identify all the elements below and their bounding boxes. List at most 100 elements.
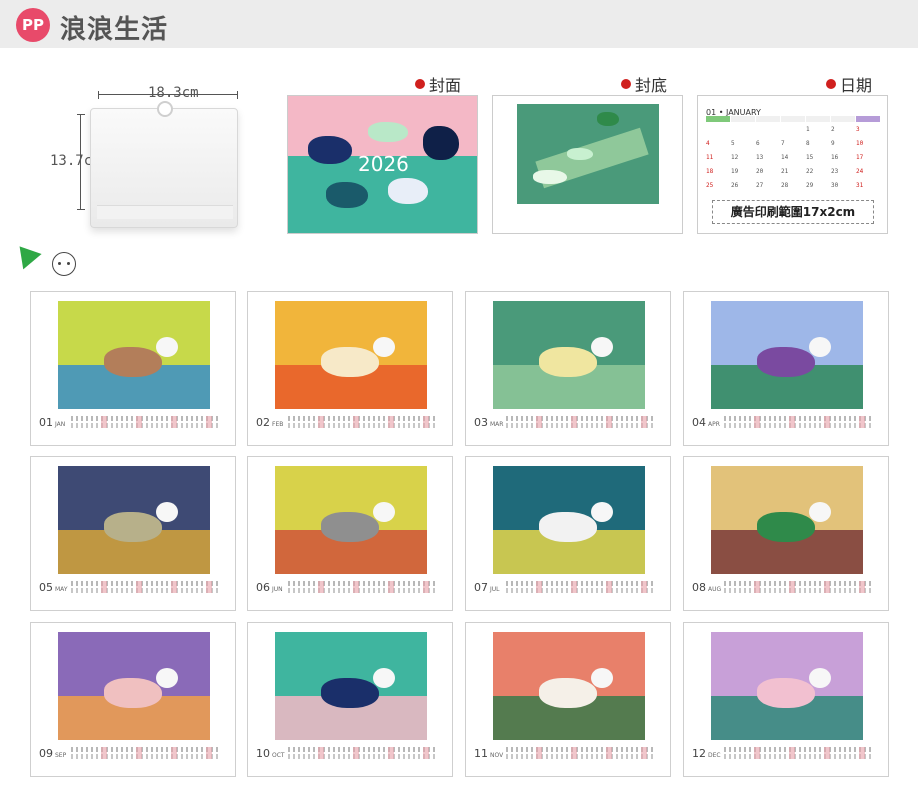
dog-head (156, 337, 178, 357)
date-cell: 27 (756, 182, 764, 189)
weekend-mark (606, 581, 612, 593)
dog-illustration (104, 678, 162, 708)
weekend-mark (824, 416, 830, 428)
bullet-dot-icon (621, 79, 631, 89)
month-number: 07 JUL (474, 581, 500, 594)
month-number: 09 SEP (39, 747, 67, 760)
date-cell (731, 126, 755, 133)
dog-illustration (539, 512, 597, 542)
month-artwork (493, 466, 645, 574)
date-row: 18 19 20 21 22 23 24 (706, 168, 880, 175)
month-artwork (493, 632, 645, 740)
month-card: 08 AUG (683, 456, 889, 611)
date-strip (288, 423, 438, 428)
weekend-mark (136, 581, 142, 593)
dog-illustration (321, 678, 379, 708)
month-number: 01 JAN (39, 416, 66, 429)
month-artwork (58, 301, 210, 409)
weekend-mark (388, 416, 394, 428)
weekend-mark (536, 581, 542, 593)
date-cell: 13 (756, 154, 764, 161)
dog-head (373, 337, 395, 357)
weekend-mark (606, 747, 612, 759)
month-artwork (493, 301, 645, 409)
month-card: 01 JAN (30, 291, 236, 446)
date-cell: 2 (831, 126, 835, 133)
month-day-strip (288, 581, 438, 593)
date-preview: 01 • JANUARY 1 2 3 4 5 6 7 8 9 10 11 12 13 14 15 16 17 18… (697, 95, 888, 234)
month-artwork (711, 632, 863, 740)
month-card: 04 APR (683, 291, 889, 446)
weekend-mark (171, 416, 177, 428)
date-cell: 28 (781, 182, 789, 189)
date-cell: 15 (806, 154, 814, 161)
dog-illustration (104, 347, 162, 377)
month-card: 07 JUL (465, 456, 671, 611)
date-cell (756, 126, 780, 133)
weekend-mark (641, 581, 647, 593)
brand-name: 浪浪生活 (60, 15, 169, 45)
dog-illustration (308, 136, 352, 164)
month-abbr: OCT (272, 752, 285, 759)
dog-illustration (567, 148, 593, 160)
month-abbr: APR (708, 421, 720, 428)
month-artwork (275, 632, 427, 740)
date-cell: 7 (781, 140, 785, 147)
dog-head (591, 337, 613, 357)
weekday-strip (724, 416, 874, 421)
weekend-mark (388, 581, 394, 593)
month-abbr: NOV (490, 752, 504, 759)
weekend-mark (571, 581, 577, 593)
dog-illustration (757, 512, 815, 542)
dog-illustration (368, 122, 408, 142)
month-day-strip (71, 416, 221, 428)
date-cell: 31 (856, 182, 864, 189)
bullet-dot-icon (826, 79, 836, 89)
weekend-mark (859, 581, 865, 593)
month-abbr: SEP (55, 752, 67, 759)
date-cell: 8 (806, 140, 810, 147)
date-cell: 12 (731, 154, 739, 161)
dog-illustration (326, 182, 368, 208)
weekend-mark (423, 581, 429, 593)
month-number: 08 AUG (692, 581, 722, 594)
dog-illustration (423, 126, 459, 160)
month-day-strip (506, 581, 656, 593)
dog-illustration (539, 678, 597, 708)
date-strip (506, 588, 656, 593)
weekend-mark (423, 747, 429, 759)
date-cell (706, 126, 730, 133)
month-abbr: JAN (55, 421, 66, 428)
girl-face-icon (52, 252, 76, 276)
month-artwork (58, 632, 210, 740)
month-day-strip (288, 416, 438, 428)
weekday-strip (71, 416, 221, 421)
weekend-mark (206, 581, 212, 593)
weekend-mark (318, 747, 324, 759)
date-cell: 3 (856, 126, 860, 133)
month-card: 12 DEC (683, 622, 889, 777)
month-card: 10 OCT (247, 622, 453, 777)
month-artwork (711, 301, 863, 409)
back-heading: 封底 (621, 72, 667, 96)
weekday-header (706, 116, 880, 122)
weekday-strip (506, 416, 656, 421)
date-cell: 25 (706, 182, 714, 189)
date-strip (724, 588, 874, 593)
weekday-strip (71, 747, 221, 752)
month-number: 11 NOV (474, 747, 504, 760)
weekday-strip (724, 581, 874, 586)
dog-head (809, 668, 831, 688)
weekend-mark (536, 747, 542, 759)
dog-illustration (757, 678, 815, 708)
date-cell: 1 (806, 126, 810, 133)
dog-head (373, 668, 395, 688)
month-number: 06 JUN (256, 581, 283, 594)
date-cell: 21 (781, 168, 789, 175)
page-header: PP 浪浪生活 (0, 0, 918, 48)
weekend-mark (789, 747, 795, 759)
bullet-dot-icon (415, 79, 425, 89)
dog-head (373, 502, 395, 522)
back-preview (492, 95, 683, 234)
month-abbr: AUG (708, 586, 722, 593)
